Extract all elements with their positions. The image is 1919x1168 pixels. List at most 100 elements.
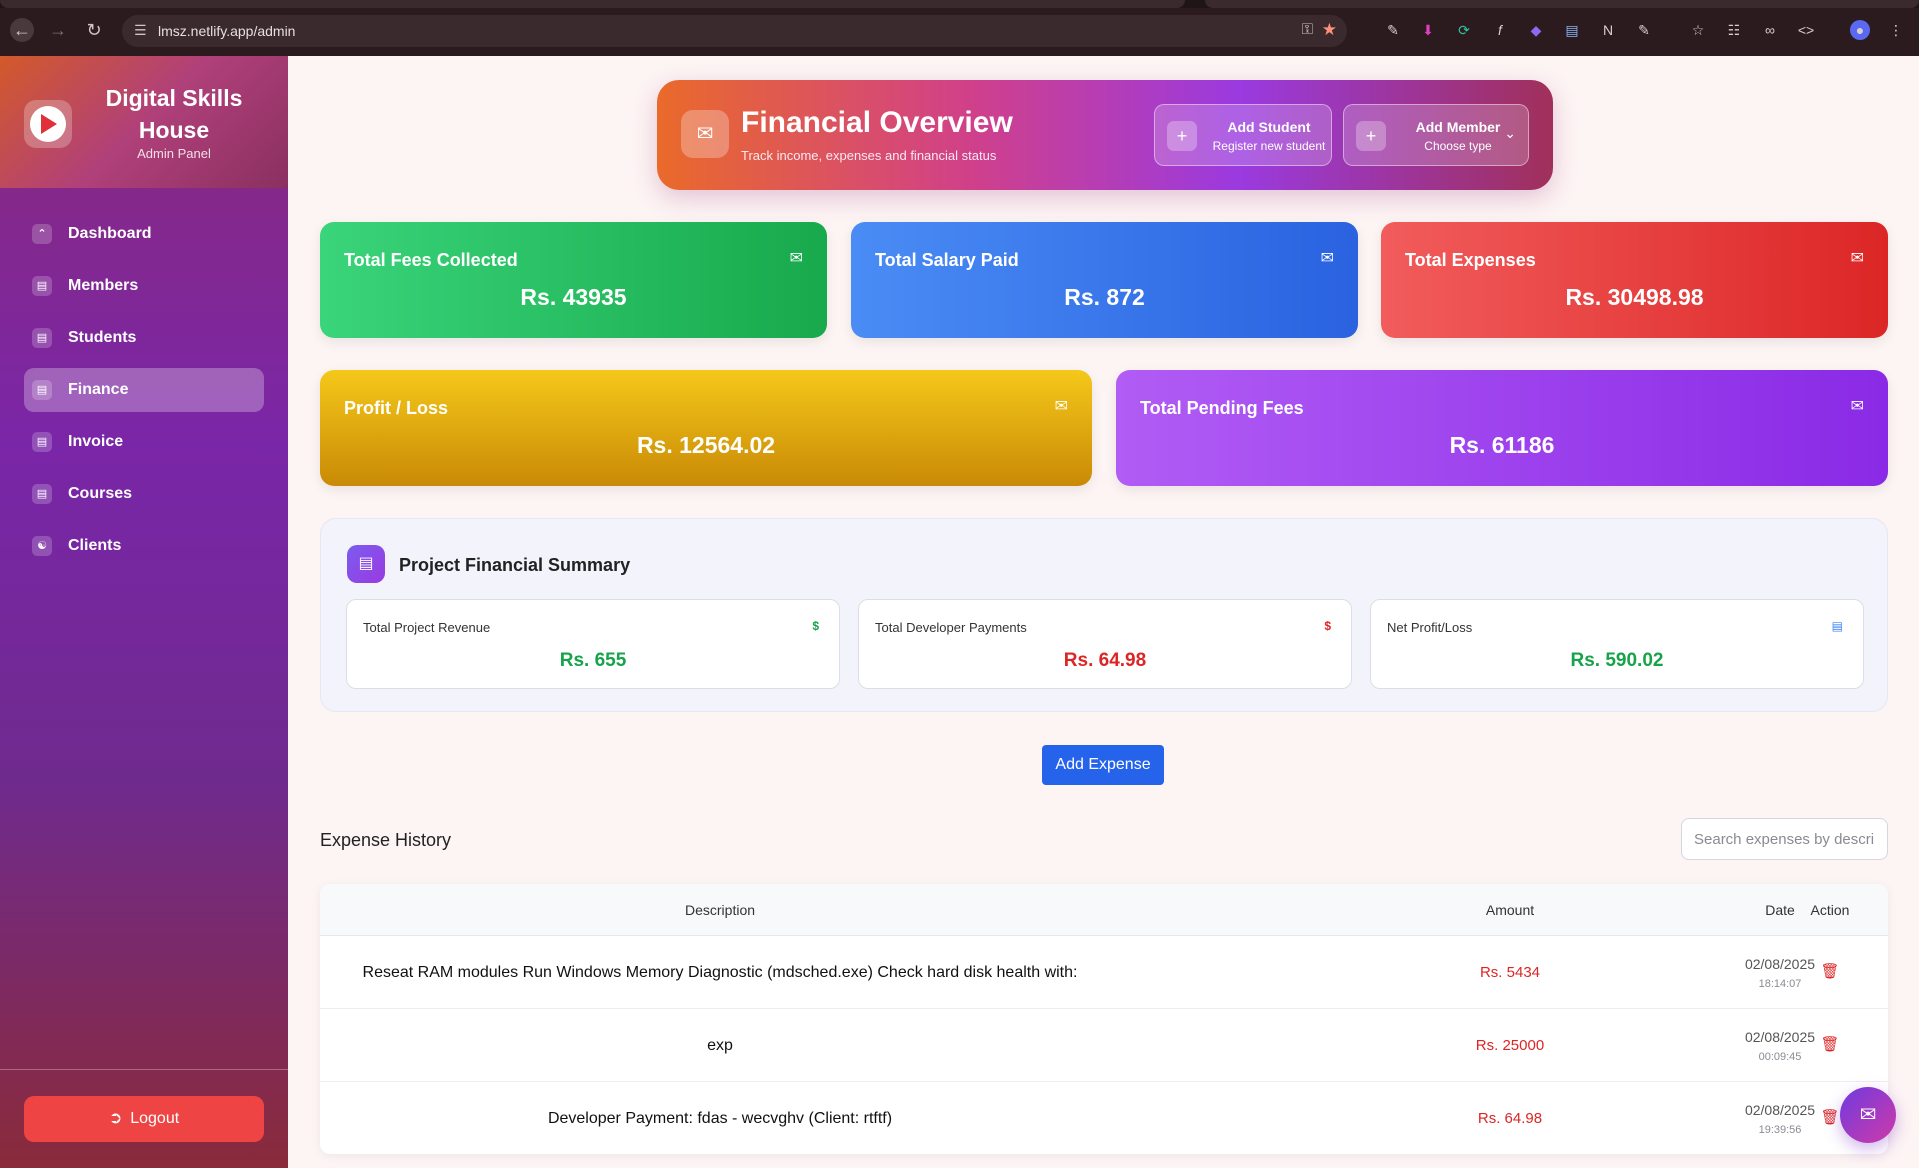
trash-icon[interactable]: 🗑 [1810,962,1850,980]
diamond-extension-icon[interactable]: ◆ [1526,20,1546,40]
stat-card-salary-paid: Total Salary Paid ✉ Rs. 872 [851,222,1358,338]
eyedropper-icon[interactable]: ✎ [1383,20,1403,40]
column-header-description[interactable]: Description [320,902,1120,918]
trash-icon[interactable]: 🗑 [1810,1035,1850,1053]
summary-card-value: Rs. 590.02 [1570,650,1664,671]
wallet-icon: ✉ [1320,250,1334,267]
stat-card-fees-collected: Total Fees Collected ✉ Rs. 43935 [320,222,827,338]
stat-value: Rs. 12564.02 [636,432,776,458]
document-icon: ▤ [32,432,52,452]
sidebar-item-label: Invoice [68,433,124,450]
page-title: Financial Overview [741,106,1013,139]
sidebar-divider [0,1069,288,1070]
table-row: exp Rs. 25000 02/08/2025 00:09:45 🗑 [320,1009,1888,1082]
book-icon: ▤ [32,484,52,504]
site-info-icon[interactable]: ☰ [134,22,147,39]
dollar-icon: $ [1324,619,1331,633]
bookmark-star-icon[interactable]: ★ [1322,20,1337,40]
logout-button[interactable]: ➲ Logout [24,1096,264,1142]
summary-card-label: Total Developer Payments [875,620,1027,635]
link-icon[interactable]: ∞ [1760,20,1780,40]
row-amount: Rs. 64.98 [1477,1110,1543,1127]
stat-title: Total Fees Collected [344,250,518,270]
wallet-icon: ✉ [1054,398,1068,415]
page-subtitle: Track income, expenses and financial sta… [741,148,997,163]
translate-icon[interactable]: ☷ [1724,20,1744,40]
sidebar-item-invoice[interactable]: ▤ Invoice [24,420,264,464]
sidebar-item-members[interactable]: ▤ Members [24,264,264,308]
summary-title: Project Financial Summary [399,555,631,575]
reading-list-icon[interactable]: ☆ [1688,20,1708,40]
address-bar[interactable]: ☰ lmsz.netlify.app/admin ⚿ ★ [122,15,1347,47]
menu-dots-icon[interactable]: ⋮ [1886,20,1906,40]
stat-title: Total Salary Paid [875,250,1019,270]
wallet-icon: ✉ [681,110,729,158]
devtools-icon[interactable]: <> [1796,20,1816,40]
expense-search-input[interactable] [1681,818,1888,860]
reload-icon[interactable]: ↻ [82,18,106,42]
document-extension-icon[interactable]: ▤ [1562,20,1582,40]
people-icon: ☯ [32,536,52,556]
inactive-tab[interactable] [1205,0,1919,8]
url-text[interactable]: lmsz.netlify.app/admin [158,23,295,39]
add-student-title: Add Student [1227,119,1311,135]
sidebar: Digital Skills House Admin Panel ⌃ Dashb… [0,56,288,1168]
add-member-subtitle: Choose type [1424,139,1492,153]
stat-value: Rs. 872 [1064,284,1145,310]
dashboard-icon: ⌃ [32,224,52,244]
profile-avatar-icon[interactable]: ● [1850,20,1870,40]
project-financial-summary: ▤ Project Financial Summary Total Projec… [320,518,1888,712]
active-tab[interactable] [0,0,1185,8]
stat-value: Rs. 61186 [1449,432,1555,458]
plus-icon: + [1167,121,1197,151]
tab-strip [0,0,1919,8]
brand-logo [24,100,72,148]
refresh-extension-icon[interactable]: ⟳ [1454,20,1474,40]
sidebar-item-students[interactable]: ▤ Students [24,316,264,360]
expense-history-title: Expense History [320,830,452,850]
row-description: Reseat RAM modules Run Windows Memory Di… [362,964,1078,981]
sidebar-item-label: Dashboard [68,225,152,242]
add-member-button[interactable]: + Add Member Choose type ⌄ [1343,104,1529,166]
sidebar-item-courses[interactable]: ▤ Courses [24,472,264,516]
document-icon: ▤ [347,545,385,583]
table-header: Description Amount Date Action [320,884,1888,936]
summary-card-project-revenue: Total Project Revenue $ Rs. 655 [346,599,840,689]
back-icon[interactable]: ← [10,18,34,42]
forward-icon[interactable]: → [46,18,70,42]
expense-table: Description Amount Date Action Reseat RA… [320,884,1888,1154]
column-header-action: Action [1810,902,1850,918]
summary-card-developer-payments: Total Developer Payments $ Rs. 64.98 [858,599,1352,689]
table-row: Developer Payment: fdas - wecvghv (Clien… [320,1082,1888,1154]
summary-card-value: Rs. 64.98 [1063,650,1147,671]
sidebar-item-dashboard[interactable]: ⌃ Dashboard [24,212,264,256]
stat-title: Total Expenses [1405,250,1536,270]
logout-label: Logout [130,1110,180,1127]
add-expense-button[interactable]: Add Expense [1042,745,1164,785]
puzzle-extensions-icon[interactable]: ✎ [1634,20,1654,40]
n-extension-icon[interactable]: N [1598,20,1618,40]
financial-overview-header: ✉ Financial Overview Track income, expen… [657,80,1553,190]
sidebar-item-clients[interactable]: ☯ Clients [24,524,264,568]
wallet-icon: ✉ [1850,398,1864,415]
download-extension-icon[interactable]: ⬇ [1418,20,1438,40]
row-description: Developer Payment: fdas - wecvghv (Clien… [547,1110,893,1127]
chat-bubble-icon[interactable]: ✉ [1840,1087,1896,1143]
summary-card-value: Rs. 655 [559,650,627,671]
password-key-icon[interactable]: ⚿ [1302,21,1313,38]
sidebar-item-label: Finance [68,381,129,398]
table-row: Reseat RAM modules Run Windows Memory Di… [320,936,1888,1009]
add-student-button[interactable]: + Add Student Register new student [1154,104,1332,166]
formula-extension-icon[interactable]: f [1490,20,1510,40]
column-header-amount[interactable]: Amount [1400,902,1620,918]
logout-icon: ➲ [108,1110,123,1127]
dollar-icon: $ [812,619,819,633]
book-icon: ▤ [32,328,52,348]
stat-value: Rs. 43935 [520,284,627,310]
plus-icon: + [1356,121,1386,151]
stat-title: Profit / Loss [344,398,449,418]
sidebar-item-label: Members [68,277,139,294]
sidebar-item-finance[interactable]: ▤ Finance [24,368,264,412]
summary-card-label: Net Profit/Loss [1387,620,1473,635]
stat-card-pending-fees: Total Pending Fees ✉ Rs. 61186 [1116,370,1888,486]
